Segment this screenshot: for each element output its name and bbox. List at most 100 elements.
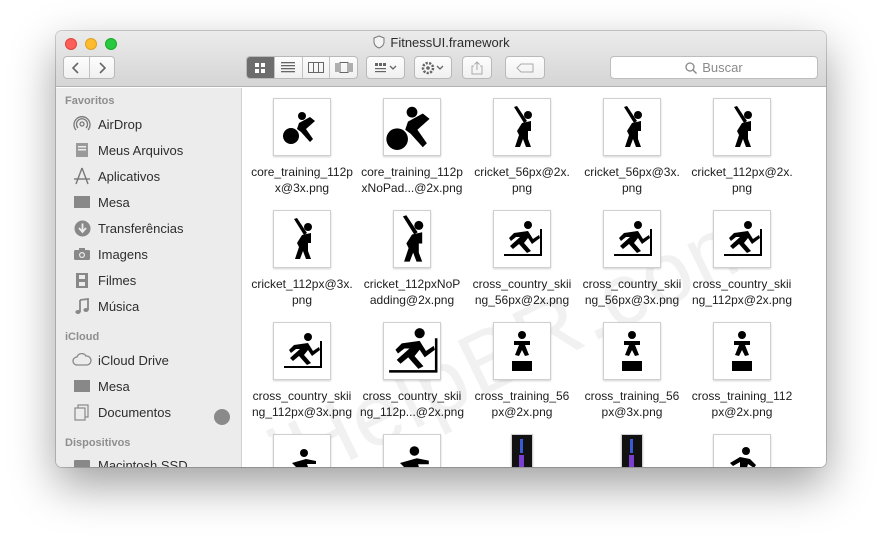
file-name: cricket_112px@3x. png [251,277,353,307]
forward-button[interactable] [88,57,114,78]
sidebar-item-macintosh-ssd[interactable]: Macintosh SSD [72,454,188,467]
sidebar-item-movies[interactable]: Filmes [72,269,136,291]
file-name: core_training_112p x@3x.png [251,165,353,195]
columns-icon [307,62,324,73]
tag-button[interactable] [505,56,545,79]
column-view-button[interactable] [301,57,330,78]
sidebar-item-label: Filmes [98,272,137,288]
file-name: cross_country_skii ng_112p...@2x.png [359,389,465,419]
tag-icon [516,63,534,72]
file-grid: iHelpBR.com core_training_112p x@3x.png … [243,88,826,467]
share-button[interactable] [462,56,492,79]
cross-country-skiing-icon [603,210,661,268]
cricket-icon [273,210,331,268]
sidebar-item-label: Imagens [98,246,148,262]
file-name: cricket_56px@2x. png [474,165,570,195]
dance-image-icon [511,434,533,467]
desktop-icon [72,193,92,211]
cricket-icon [393,210,431,268]
desktop-icon [72,377,92,395]
sidebar-item-icloud-desktop[interactable]: Mesa [72,375,130,397]
search-field[interactable]: Buscar [610,56,818,79]
icon-view-button[interactable] [247,57,274,78]
core-training-icon [273,98,331,156]
share-icon [471,60,483,74]
cricket-icon [493,98,551,156]
downloads-icon [72,219,92,237]
cross-country-skiing-icon [273,322,331,380]
file-name: cricket_112pxNoP adding@2x.png [363,277,461,307]
navigation-buttons [63,56,115,79]
arrange-icon [374,62,396,72]
file-name: cross_country_skii ng_112px@3x.png [251,389,353,419]
search-icon [685,61,698,74]
camera-icon [72,245,92,263]
skating-icon [713,434,771,467]
core-training-icon [383,98,441,156]
music-note-icon [72,297,92,315]
all-files-icon [72,141,92,159]
sidebar-item-applications[interactable]: Aplicativos [72,165,160,187]
back-button[interactable] [64,57,89,78]
file-name: cricket_112px@2x. png [691,165,793,195]
sidebar-item-label: Macintosh SSD [98,457,188,468]
cross-country-skiing-icon [493,210,551,268]
gear-icon [421,61,444,74]
search-placeholder: Buscar [702,60,743,75]
sidebar-item-label: Documentos [98,404,171,420]
sidebar-header-icloud: iCloud [65,331,100,343]
sidebar-item-label: Meus Arquivos [98,142,184,158]
list-view-button[interactable] [273,57,302,78]
sidebar: Favoritos AirDrop Meus Arquivos Aplicati… [56,88,242,467]
squat-icon [383,434,441,467]
airdrop-icon [72,115,92,133]
cross-country-skiing-icon [713,210,771,268]
sidebar-item-label: Mesa [98,194,130,210]
file-name: cross_training_56 px@3x.png [584,389,680,419]
cloud-icon [72,351,92,369]
cross-training-icon [713,322,771,380]
icloud-sync-progress-icon [214,409,230,425]
chevron-right-icon [99,61,106,74]
window-title-text: FitnessUI.framework [390,35,510,50]
file-name: cross_country_skii ng_56px@2x.png [472,277,572,307]
chevron-left-icon [72,61,80,74]
file-name: cricket_56px@3x. png [584,165,680,195]
sidebar-header-favorites: Favoritos [65,95,115,107]
file-name: cross_country_skii ng_112px@2x.png [691,277,793,307]
film-icon [72,271,92,289]
window-title: FitnessUI.framework [56,35,826,50]
sidebar-item-downloads[interactable]: Transferências [72,217,184,239]
sidebar-item-label: Mesa [98,378,130,394]
file-name: core_training_112p xNoPad...@2x.png [361,165,463,195]
disk-icon [72,456,92,467]
dance-image-icon [621,434,643,467]
applications-icon [72,167,92,185]
cross-training-icon [603,322,661,380]
sidebar-item-all-files[interactable]: Meus Arquivos [72,139,183,161]
sidebar-item-icloud-drive[interactable]: iCloud Drive [72,349,169,371]
sidebar-item-label: Aplicativos [98,168,161,184]
sidebar-item-documents[interactable]: Documentos [72,401,171,423]
cross-training-icon [493,322,551,380]
sidebar-item-music[interactable]: Música [72,295,139,317]
sidebar-item-desktop[interactable]: Mesa [72,191,130,213]
documents-icon [72,403,92,421]
list-icon [281,62,296,73]
sidebar-header-devices: Dispositivos [65,437,131,449]
cover-flow-view-button[interactable] [329,57,357,78]
sidebar-item-label: Transferências [98,220,184,236]
squat-icon [273,434,331,467]
cross-country-skiing-icon [383,322,441,380]
sidebar-item-pictures[interactable]: Imagens [72,243,148,265]
cover-flow-icon [335,62,353,73]
action-button[interactable] [414,56,452,79]
sidebar-item-label: AirDrop [98,116,143,132]
sidebar-item-label: Música [98,298,140,314]
arrange-button[interactable] [366,56,405,79]
cricket-icon [713,98,771,156]
sidebar-item-airdrop[interactable]: AirDrop [72,113,142,135]
titlebar: FitnessUI.framework Buscar [56,31,826,87]
file-name: cross_training_112 px@2x.png [691,389,793,419]
file-name: cross_training_56 px@2x.png [474,389,570,419]
